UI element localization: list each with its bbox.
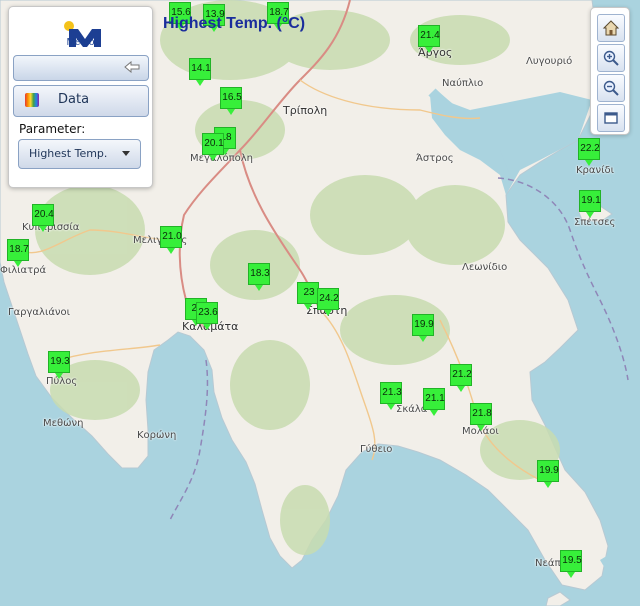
station-marker[interactable]: 21.3 xyxy=(380,382,402,410)
meteo-logo-icon xyxy=(64,21,101,47)
arrow-left-icon xyxy=(124,61,140,73)
place-label-koroni: Κορώνη xyxy=(137,430,177,441)
station-marker[interactable]: 18.3 xyxy=(248,263,270,291)
station-marker[interactable]: 18.7 xyxy=(7,239,29,267)
station-marker[interactable]: 19.9 xyxy=(412,314,434,342)
map-viewport[interactable]: Άργος Λυγουριό Ναύπλιο Τρίπολη Μεγαλόπολ… xyxy=(0,0,640,606)
fullscreen-button[interactable] xyxy=(597,104,625,132)
station-marker[interactable]: 21.0 xyxy=(160,226,182,254)
station-marker[interactable]: 21.4 xyxy=(418,25,440,53)
home-button[interactable] xyxy=(597,14,625,42)
zoom-in-icon xyxy=(603,50,619,66)
place-label-nafplio: Ναύπλιο xyxy=(442,78,484,89)
station-marker[interactable]: 24.2 xyxy=(317,288,339,316)
zoom-in-button[interactable] xyxy=(597,44,625,72)
home-icon xyxy=(602,20,620,36)
zoom-out-icon xyxy=(603,80,619,96)
station-marker[interactable]: 21.2 xyxy=(450,364,472,392)
data-button-label: Data xyxy=(58,92,90,107)
place-label-filiatra: Φιλιατρά xyxy=(0,265,47,276)
station-marker[interactable]: 21.1 xyxy=(423,388,445,416)
map-title: Highest Temp. (°C) xyxy=(163,15,306,32)
place-label-gytheio: Γύθειο xyxy=(360,444,393,455)
place-label-gargalianoi: Γαργαλιάνοι xyxy=(8,307,71,318)
station-marker[interactable]: 20.1 xyxy=(202,133,224,161)
palette-icon xyxy=(25,93,39,107)
station-marker[interactable]: 19.5 xyxy=(560,550,582,578)
map-toolbar xyxy=(590,7,630,135)
station-marker[interactable]: 20.4 xyxy=(32,204,54,232)
station-marker[interactable]: 19.3 xyxy=(48,351,70,379)
place-label-lygourio: Λυγουριό xyxy=(526,56,573,67)
fullscreen-icon xyxy=(604,112,618,124)
chevron-down-icon xyxy=(122,151,130,156)
station-marker[interactable]: 19.1 xyxy=(579,190,601,218)
station-marker[interactable]: 19.9 xyxy=(537,460,559,488)
control-panel: Meteo Data Parameter: Highest Temp. xyxy=(8,6,153,188)
place-label-astros: Άστρος xyxy=(416,153,454,164)
collapse-panel-button[interactable] xyxy=(13,55,149,81)
parameter-label: Parameter: xyxy=(19,122,86,136)
station-marker[interactable]: 22.2 xyxy=(578,138,600,166)
station-marker[interactable]: 16.5 xyxy=(220,87,242,115)
place-label-tripoli: Τρίπολη xyxy=(283,104,328,117)
parameter-select[interactable]: Highest Temp. xyxy=(18,139,141,169)
place-label-spetses: Σπέτσες xyxy=(574,217,616,228)
place-label-leonidio: Λεωνίδιο xyxy=(462,262,508,273)
place-label-kranidi: Κρανίδι xyxy=(576,165,614,176)
logo-text: Meteo xyxy=(66,37,95,48)
place-label-methoni: Μεθώνη xyxy=(43,418,84,429)
place-label-argos: Άργος xyxy=(418,46,453,59)
zoom-out-button[interactable] xyxy=(597,74,625,102)
parameter-select-value: Highest Temp. xyxy=(29,147,108,160)
data-button[interactable]: Data xyxy=(13,85,149,117)
station-marker[interactable]: 14.1 xyxy=(189,58,211,86)
station-marker[interactable]: 23.6 xyxy=(196,302,218,330)
station-marker[interactable]: 21.8 xyxy=(470,403,492,431)
